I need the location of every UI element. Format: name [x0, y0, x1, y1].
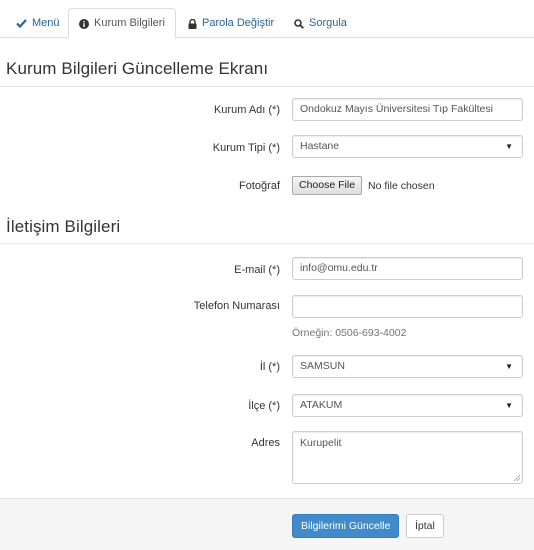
section-title-kurum: Kurum Bilgileri Güncelleme Ekranı	[6, 59, 269, 78]
adres-value: Kurupelit	[300, 437, 342, 449]
fotograf-label: Fotoğraf	[239, 180, 280, 192]
chevron-down-icon: ▼	[505, 142, 513, 151]
cancel-button[interactable]: İptal	[406, 514, 444, 538]
tab-sorgula-label: Sorgula	[309, 17, 347, 29]
search-icon	[294, 18, 304, 29]
kurum-tipi-label: Kurum Tipi (*)	[212, 142, 280, 154]
file-status: No file chosen	[368, 179, 435, 192]
kurum-adi-label: Kurum Adı (*)	[213, 104, 280, 116]
nav-tabs: Menü Kurum Bilgileri Parola Değiştir Sor…	[0, 0, 534, 39]
chevron-down-icon: ▼	[505, 401, 513, 410]
il-select[interactable]: SAMSUN ▼	[292, 355, 523, 378]
kurum-tipi-select[interactable]: Hastane ▼	[292, 135, 523, 158]
adres-label: Adres	[251, 437, 280, 449]
ilce-label: İlçe (*)	[248, 400, 280, 412]
email-label: E-mail (*)	[234, 264, 280, 276]
lock-icon	[188, 18, 197, 29]
divider	[0, 243, 534, 244]
ilce-select[interactable]: ATAKUM ▼	[292, 394, 523, 417]
email-field[interactable]: info@omu.edu.tr	[292, 257, 523, 280]
telefon-field[interactable]	[292, 295, 523, 318]
tab-parola-degistir[interactable]: Parola Değiştir	[178, 8, 284, 39]
telefon-help-text: Örneğin: 0506-693-4002	[292, 327, 407, 339]
telefon-label: Telefon Numarası	[193, 300, 280, 312]
kurum-adi-input[interactable]: Ondokuz Mayıs Üniversitesi Tıp Fakültesi	[292, 98, 523, 121]
resize-grip-icon[interactable]	[513, 474, 520, 481]
tab-menu[interactable]: Menü	[6, 8, 70, 39]
tab-kurum-bilgileri-label: Kurum Bilgileri	[94, 17, 165, 29]
il-value: SAMSUN	[300, 360, 345, 372]
tab-menu-label: Menü	[32, 17, 60, 29]
divider	[0, 86, 534, 87]
ilce-value: ATAKUM	[300, 399, 343, 411]
section-title-iletisim: İletişim Bilgileri	[6, 217, 121, 236]
il-label: İl (*)	[259, 361, 280, 373]
adres-textarea[interactable]: Kurupelit	[292, 431, 523, 484]
tab-parola-degistir-label: Parola Değiştir	[202, 17, 275, 29]
update-button[interactable]: Bilgilerimi Güncelle	[292, 514, 400, 538]
fotograf-file-input: Choose File No file chosen	[292, 176, 435, 195]
tab-sorgula[interactable]: Sorgula	[284, 8, 357, 39]
chevron-down-icon: ▼	[505, 362, 513, 371]
form-actions-bar	[0, 498, 534, 550]
choose-file-button[interactable]: Choose File	[292, 176, 363, 195]
tab-kurum-bilgileri[interactable]: Kurum Bilgileri	[68, 8, 176, 39]
kurum-tipi-value: Hastane	[300, 140, 340, 152]
check-icon	[16, 19, 27, 28]
info-circle-icon	[79, 18, 89, 29]
